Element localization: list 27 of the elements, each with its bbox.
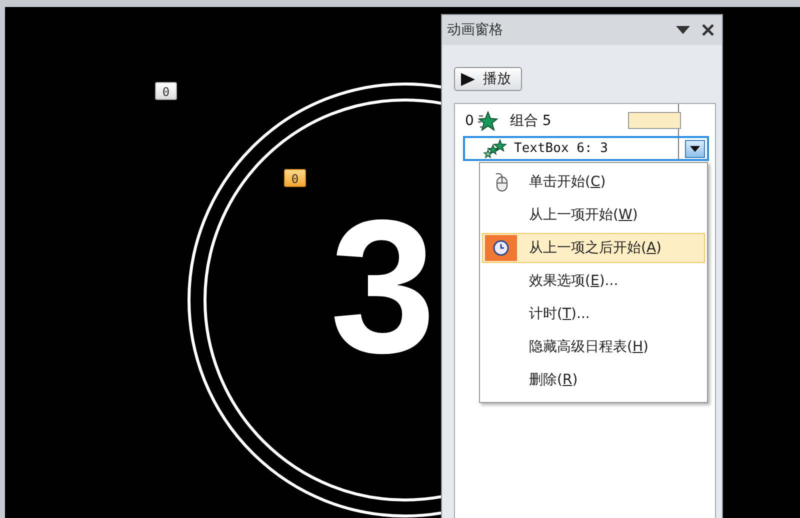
item-dropdown-button[interactable] — [685, 140, 705, 158]
stars-icon — [476, 110, 499, 130]
stars-icon — [483, 138, 507, 158]
menu-item[interactable]: 单击开始(C) — [482, 167, 705, 197]
clock-icon — [485, 235, 517, 261]
play-button[interactable]: 播放 — [454, 67, 522, 91]
menu-item[interactable]: 计时(T)... — [482, 299, 705, 329]
animation-order-tag[interactable]: 0 — [155, 82, 177, 100]
menu-item[interactable]: 删除(R) — [482, 365, 705, 395]
slide-number: 3 — [330, 192, 436, 382]
pane-title: 动画窗格 — [447, 21, 504, 39]
animation-order-tag[interactable]: 0 — [284, 169, 306, 187]
caret-icon — [690, 146, 700, 152]
timing-bar — [628, 112, 681, 129]
play-icon — [461, 72, 475, 86]
mouse-icon — [493, 172, 509, 192]
animation-item[interactable]: 0 组合 5 — [463, 108, 709, 133]
item-name: TextBox 6: 3 — [514, 141, 608, 156]
menu-item[interactable]: 效果选项(E)... — [482, 266, 705, 296]
dropdown-icon[interactable] — [676, 25, 690, 35]
menu-item[interactable]: 隐藏高级日程表(H) — [482, 332, 705, 362]
item-index: 0 — [465, 112, 474, 128]
animation-item[interactable]: TextBox 6: 3 — [463, 136, 709, 161]
item-name: 组合 5 — [510, 112, 552, 130]
menu-item[interactable]: 从上一项开始(W) — [482, 200, 705, 230]
close-icon[interactable] — [702, 24, 714, 36]
menu-item[interactable]: 从上一项之后开始(A) — [482, 233, 705, 263]
